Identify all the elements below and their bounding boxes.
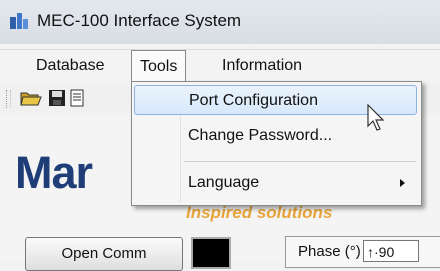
phase-input[interactable]: ↑·90: [363, 240, 419, 262]
menu-bar: Database Tools Information: [0, 49, 440, 83]
company-logo: Mar: [15, 147, 93, 198]
menu-separator: [184, 161, 416, 162]
submenu-arrow-icon: [400, 179, 405, 187]
save-icon[interactable]: [48, 89, 66, 107]
tagline: Inspired solutions: [186, 203, 333, 222]
menu-information[interactable]: Information: [214, 50, 310, 81]
menu-item-label: Language: [188, 174, 260, 191]
mouse-cursor-icon: [367, 104, 385, 131]
menu-item-language[interactable]: Language: [134, 168, 417, 198]
app-icon: [10, 13, 28, 29]
menu-item-label: Change Password...: [188, 127, 333, 144]
menu-item-label: Port Configuration: [189, 92, 318, 109]
menu-tools[interactable]: Tools: [131, 50, 187, 82]
menu-database[interactable]: Database: [28, 50, 113, 81]
phase-label: Phase (°): [298, 243, 361, 260]
document-icon[interactable]: [70, 89, 84, 107]
title-bar: MEC-100 Interface System: [0, 0, 440, 44]
tools-dropdown-menu: Port Configuration Change Password... La…: [131, 81, 422, 206]
toolbar-grip[interactable]: [6, 90, 11, 108]
open-comm-button[interactable]: Open Comm: [25, 237, 183, 271]
connection-status-indicator: [191, 237, 231, 269]
open-folder-icon[interactable]: [20, 89, 42, 107]
window-title: MEC-100 Interface System: [37, 11, 242, 30]
